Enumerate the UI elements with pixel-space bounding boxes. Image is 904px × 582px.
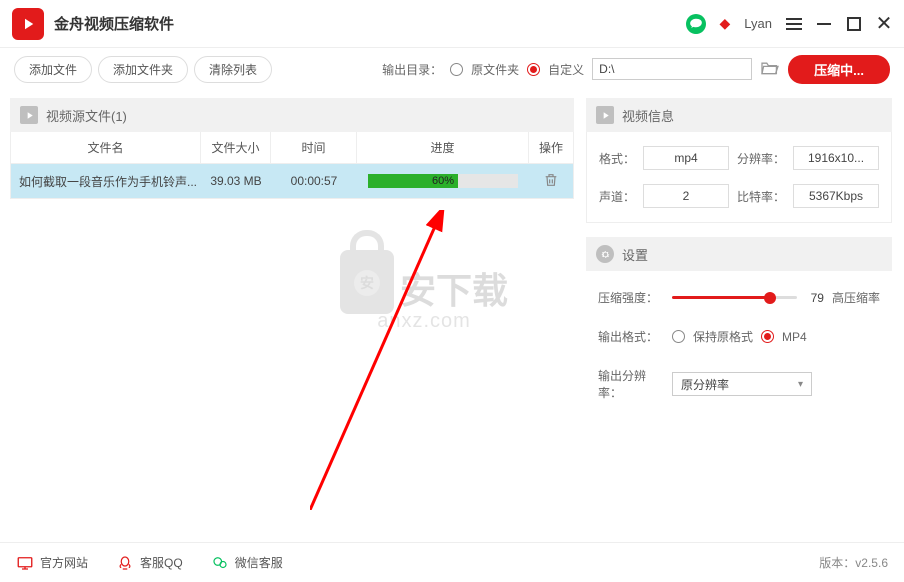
radio-source-folder[interactable] bbox=[450, 63, 463, 76]
cell-time: 00:00:57 bbox=[271, 164, 357, 198]
strength-label: 压缩强度： bbox=[598, 289, 664, 306]
output-path-input[interactable] bbox=[592, 58, 752, 80]
col-filesize: 文件大小 bbox=[201, 132, 271, 163]
app-title: 金舟视频压缩软件 bbox=[54, 13, 174, 34]
option-keep-format[interactable]: 保持原格式 bbox=[693, 328, 753, 345]
resolution-label: 分辨率： bbox=[737, 150, 785, 167]
chevron-down-icon: ▾ bbox=[798, 379, 803, 390]
settings-panel: 压缩强度： 79 高压缩率 输出格式： 保持原格式 MP4 输出分辨率： 原分辨… bbox=[586, 271, 892, 441]
channel-label: 声道： bbox=[599, 188, 635, 205]
strength-value: 79 bbox=[811, 291, 824, 305]
app-logo bbox=[12, 8, 44, 40]
version-label: 版本：v2.5.6 bbox=[819, 554, 888, 571]
video-file-icon bbox=[20, 106, 38, 124]
strength-desc: 高压缩率 bbox=[832, 289, 880, 306]
format-label: 格式： bbox=[599, 150, 635, 167]
qq-support-link[interactable]: 客服QQ bbox=[116, 554, 183, 572]
source-files-header: 视频源文件(1) bbox=[10, 98, 574, 132]
resolution-value: 1916x10... bbox=[793, 146, 879, 170]
option-mp4[interactable]: MP4 bbox=[782, 330, 807, 344]
info-play-icon bbox=[596, 106, 614, 124]
option-source-folder[interactable]: 原文件夹 bbox=[471, 61, 519, 78]
output-dir-label: 输出目录： bbox=[382, 61, 442, 78]
radio-custom-folder[interactable] bbox=[527, 63, 540, 76]
open-folder-icon[interactable] bbox=[760, 60, 780, 79]
file-table: 文件名 文件大小 时间 进度 操作 如何截取一段音乐作为手机铃声... 39.0… bbox=[10, 132, 574, 199]
wechat-icon[interactable] bbox=[686, 14, 706, 34]
bitrate-value: 5367Kbps bbox=[793, 184, 879, 208]
bitrate-label: 比特率： bbox=[737, 188, 785, 205]
add-folder-button[interactable]: 添加文件夹 bbox=[98, 56, 188, 83]
maximize-button[interactable] bbox=[846, 16, 862, 32]
add-file-button[interactable]: 添加文件 bbox=[14, 56, 92, 83]
col-time: 时间 bbox=[271, 132, 357, 163]
table-row[interactable]: 如何截取一段音乐作为手机铃声... 39.03 MB 00:00:57 60% bbox=[11, 164, 573, 198]
outfmt-label: 输出格式： bbox=[598, 328, 664, 345]
official-site-link[interactable]: 官方网站 bbox=[16, 554, 88, 572]
video-info-panel: 格式： mp4 分辨率： 1916x10... 声道： 2 比特率： 5367K… bbox=[586, 132, 892, 223]
cell-filename: 如何截取一段音乐作为手机铃声... bbox=[11, 164, 201, 198]
radio-keep-format[interactable] bbox=[672, 330, 685, 343]
menu-button[interactable] bbox=[786, 16, 802, 32]
settings-header: 设置 bbox=[586, 237, 892, 271]
radio-mp4[interactable] bbox=[761, 330, 774, 343]
cell-filesize: 39.03 MB bbox=[201, 164, 271, 198]
cell-progress: 60% bbox=[357, 164, 529, 198]
minimize-button[interactable] bbox=[816, 16, 832, 32]
compression-slider[interactable] bbox=[672, 296, 797, 299]
col-progress: 进度 bbox=[357, 132, 529, 163]
user-name[interactable]: Lyan bbox=[744, 16, 772, 31]
channel-value: 2 bbox=[643, 184, 729, 208]
vip-diamond-icon: ◆ bbox=[720, 15, 731, 32]
wechat-support-link[interactable]: 微信客服 bbox=[211, 554, 283, 572]
gear-icon bbox=[596, 245, 614, 263]
close-button[interactable]: ✕ bbox=[876, 16, 892, 32]
progress-bar: 60% bbox=[368, 174, 518, 188]
clear-list-button[interactable]: 清除列表 bbox=[194, 56, 272, 83]
toolbar: 添加文件 添加文件夹 清除列表 输出目录： 原文件夹 自定义 压缩中... bbox=[0, 48, 904, 90]
outres-label: 输出分辨率： bbox=[598, 367, 664, 401]
delete-icon[interactable] bbox=[543, 172, 559, 191]
table-header: 文件名 文件大小 时间 进度 操作 bbox=[11, 132, 573, 164]
output-resolution-select[interactable]: 原分辨率 ▾ bbox=[672, 372, 812, 396]
col-filename: 文件名 bbox=[11, 132, 201, 163]
format-value: mp4 bbox=[643, 146, 729, 170]
footer: 官方网站 客服QQ 微信客服 版本：v2.5.6 bbox=[0, 542, 904, 582]
title-bar: 金舟视频压缩软件 ◆ Lyan ✕ bbox=[0, 0, 904, 48]
option-custom-folder[interactable]: 自定义 bbox=[548, 61, 584, 78]
col-operation: 操作 bbox=[529, 132, 573, 163]
video-info-header: 视频信息 bbox=[586, 98, 892, 132]
compress-button[interactable]: 压缩中... bbox=[788, 55, 890, 84]
